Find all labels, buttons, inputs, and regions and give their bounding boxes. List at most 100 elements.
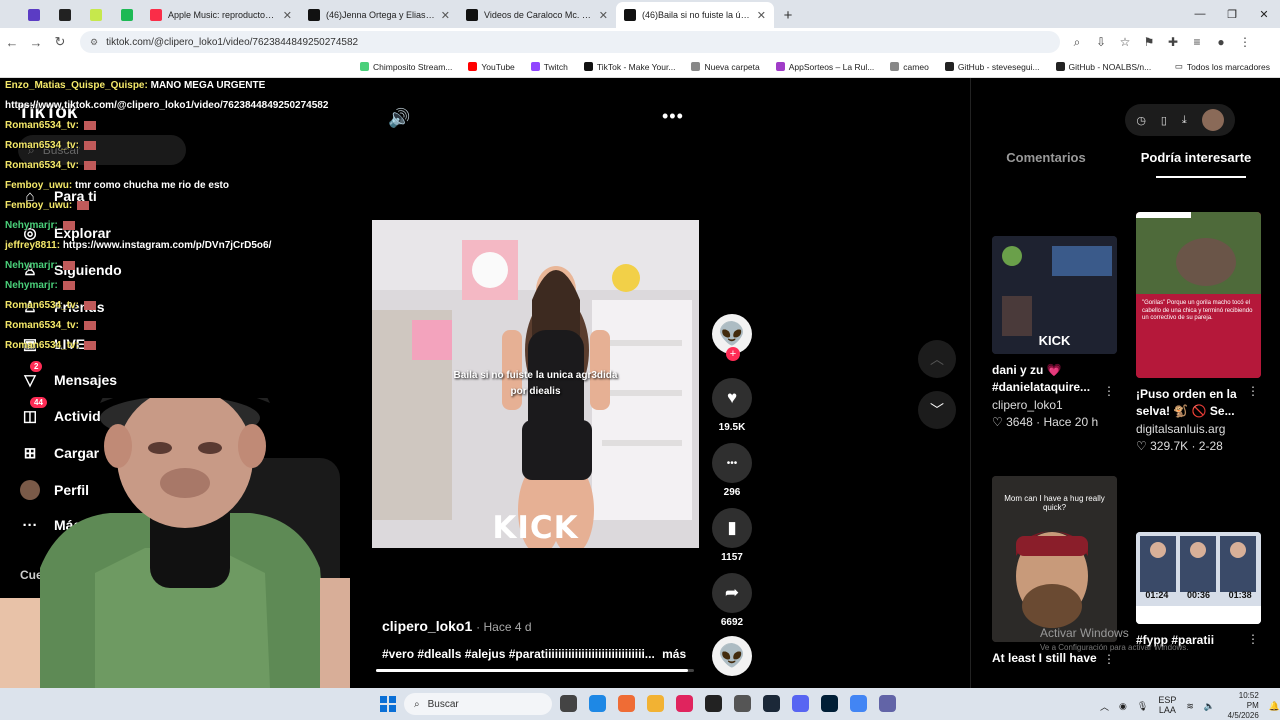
- tab-close-icon[interactable]: ✕: [441, 9, 450, 22]
- more-link[interactable]: más: [662, 647, 686, 661]
- bookmark-item[interactable]: GitHub - NOALBS/n...: [1055, 62, 1151, 72]
- taskbar-app-icon[interactable]: [792, 695, 809, 712]
- video-player[interactable]: Baila si no fuiste la unica agr3dida por…: [372, 220, 699, 548]
- bookmark-item[interactable]: GitHub - stevesegui...: [944, 62, 1040, 72]
- bookmark-item[interactable]: Chimposito Stream...: [360, 62, 452, 72]
- like-action[interactable]: ♥ 19.5K: [712, 378, 752, 433]
- download-icon[interactable]: ⤓: [1182, 114, 1187, 127]
- taskbar-app-icon[interactable]: [589, 695, 606, 712]
- creator-avatar[interactable]: 👽 +: [712, 314, 752, 361]
- browser-tab[interactable]: [80, 2, 111, 28]
- sound-avatar-wrap[interactable]: 👽: [712, 636, 752, 676]
- share-icon[interactable]: ➦: [712, 573, 752, 613]
- star-icon[interactable]: ☆: [1118, 35, 1132, 50]
- card-more-icon[interactable]: ⋮: [1103, 384, 1115, 398]
- wifi-icon[interactable]: ≋: [1186, 701, 1194, 712]
- card-more-icon[interactable]: ⋮: [1247, 632, 1259, 646]
- taskbar-app-icon[interactable]: [879, 695, 896, 712]
- card-more-icon[interactable]: ⋮: [1103, 652, 1115, 666]
- compass-icon[interactable]: ◷: [1136, 114, 1146, 127]
- browser-tab[interactable]: [18, 2, 49, 28]
- zoom-icon[interactable]: ⌕: [1070, 35, 1084, 50]
- bookmark-item[interactable]: YouTube: [468, 62, 515, 72]
- taskbar-app-icon[interactable]: [676, 695, 693, 712]
- more-options-icon[interactable]: •••: [662, 106, 684, 127]
- card-thumbnail[interactable]: 01:24 00:36 01:38: [1136, 532, 1261, 624]
- network-icon[interactable]: ◉: [1119, 701, 1127, 712]
- card-user[interactable]: digitalsanluis.arg: [1136, 422, 1261, 436]
- mic-icon[interactable]: 🎙: [1137, 701, 1148, 712]
- comment-action[interactable]: ••• 296: [712, 443, 752, 498]
- bookmark-item[interactable]: cameo: [890, 62, 929, 72]
- clock[interactable]: 10:52 PM 4/5/2026: [1225, 691, 1259, 720]
- suggested-video-card[interactable]: "Gorilas" Porque un gorila macho tocó el…: [1136, 212, 1261, 453]
- share-action[interactable]: ➦ 6692: [712, 573, 752, 628]
- notification-icon[interactable]: 🔔: [1269, 701, 1280, 712]
- forward-icon[interactable]: →: [24, 35, 48, 50]
- taskbar-app-icon[interactable]: [734, 695, 751, 712]
- tab-comments[interactable]: Comentarios: [971, 150, 1121, 178]
- nav-item-mensajes[interactable]: ▽ 2 Mensajes: [20, 361, 117, 390]
- language-indicator[interactable]: ESP LAA: [1158, 695, 1176, 716]
- follow-plus-button[interactable]: +: [726, 347, 740, 361]
- minimize-icon[interactable]: —: [1184, 0, 1216, 28]
- media-icon[interactable]: ≡: [1190, 35, 1204, 50]
- menu-icon[interactable]: ⋮: [1238, 35, 1252, 50]
- browser-tab[interactable]: (46)Jenna Ortega y Elias Rønne ✕: [300, 2, 458, 28]
- taskbar-search[interactable]: ⌕ Buscar: [404, 693, 552, 715]
- next-video-button[interactable]: ﹀: [918, 391, 956, 429]
- bookmark-item[interactable]: Twitch: [530, 62, 568, 72]
- tab-close-icon[interactable]: ✕: [757, 9, 766, 22]
- previous-video-button[interactable]: ︿: [918, 340, 956, 378]
- card-user[interactable]: clipero_loko1: [992, 398, 1117, 412]
- browser-tab[interactable]: Apple Music: reproductor web ✕: [142, 2, 300, 28]
- site-info-icon[interactable]: ⚙: [90, 37, 98, 48]
- author-name[interactable]: clipero_loko1: [382, 618, 472, 634]
- card-more-icon[interactable]: ⋮: [1247, 384, 1259, 398]
- taskbar-app-icon[interactable]: [763, 695, 780, 712]
- taskbar-app-icon[interactable]: [705, 695, 722, 712]
- bookmark-item[interactable]: Nueva carpeta: [691, 62, 760, 72]
- card-thumbnail[interactable]: KICK: [992, 236, 1117, 354]
- taskbar-app-icon[interactable]: [647, 695, 664, 712]
- extension-icon[interactable]: ⚑: [1142, 35, 1156, 50]
- suggested-video-card[interactable]: KICK dani y zu 💗 #danielataquire... ⋮ cli…: [992, 236, 1117, 429]
- start-icon[interactable]: [380, 696, 396, 712]
- new-tab-button[interactable]: +: [774, 2, 802, 28]
- puzzle-icon[interactable]: ✚: [1166, 35, 1180, 50]
- video-author[interactable]: clipero_loko1 · Hace 4 d: [382, 618, 532, 634]
- url-field[interactable]: ⚙ tiktok.com/@clipero_loko1/video/762384…: [80, 31, 1060, 53]
- sound-disc[interactable]: 👽: [712, 636, 752, 676]
- video-progress[interactable]: [376, 669, 694, 672]
- bookmark-icon[interactable]: ▮: [712, 508, 752, 548]
- taskbar-app-icon[interactable]: [618, 695, 635, 712]
- restore-icon[interactable]: ❐: [1216, 0, 1248, 28]
- like-icon[interactable]: ♥: [712, 378, 752, 418]
- browser-tab[interactable]: [111, 2, 142, 28]
- volume-icon[interactable]: 🔊: [388, 108, 410, 129]
- close-window-icon[interactable]: ✕: [1248, 0, 1280, 28]
- phone-icon[interactable]: ▯: [1161, 114, 1167, 127]
- card-thumbnail[interactable]: Mom can I have a hug really quick?: [992, 476, 1117, 642]
- back-icon[interactable]: ←: [0, 35, 24, 50]
- install-icon[interactable]: ⇩: [1094, 35, 1108, 50]
- tray-chevron-icon[interactable]: ︿: [1100, 700, 1109, 713]
- user-avatar[interactable]: [1201, 109, 1224, 131]
- browser-tab[interactable]: [49, 2, 80, 28]
- taskbar-app-icon[interactable]: [850, 695, 867, 712]
- bookmark-item[interactable]: AppSorteos – La Rul...: [775, 62, 874, 72]
- bookmark-item[interactable]: TikTok - Make Your...: [583, 62, 675, 72]
- taskbar-app-icon[interactable]: [560, 695, 577, 712]
- creator-avatar-wrap[interactable]: 👽 +: [712, 314, 752, 361]
- tab-close-icon[interactable]: ✕: [283, 9, 292, 22]
- tab-suggestions[interactable]: Podría interesarte: [1121, 150, 1271, 178]
- comment-icon[interactable]: •••: [712, 443, 752, 483]
- volume-tray-icon[interactable]: 🔈: [1204, 701, 1215, 712]
- all-bookmarks-button[interactable]: ▭ Todos los marcadores: [1175, 61, 1270, 72]
- card-thumbnail[interactable]: "Gorilas" Porque un gorila macho tocó el…: [1136, 212, 1261, 378]
- suggested-video-card[interactable]: 01:24 00:36 01:38 #fypp #paratii ⋮: [1136, 532, 1261, 649]
- reload-icon[interactable]: ↻: [48, 34, 72, 50]
- tab-close-icon[interactable]: ✕: [599, 9, 608, 22]
- taskbar-app-icon[interactable]: [821, 695, 838, 712]
- bookmark-action[interactable]: ▮ 1157: [712, 508, 752, 563]
